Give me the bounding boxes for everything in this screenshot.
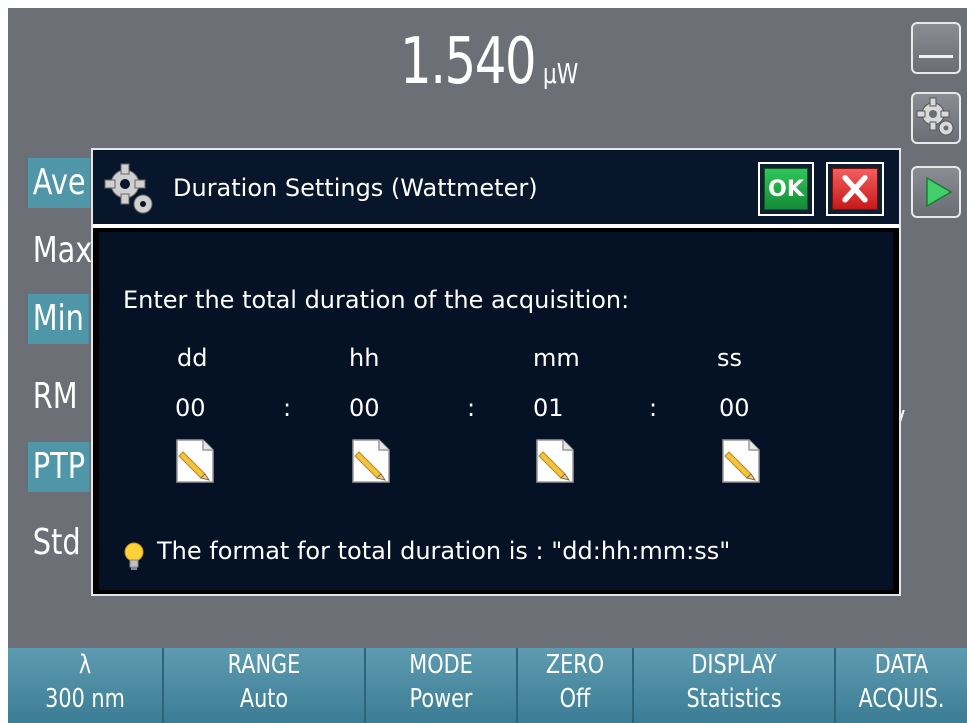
format-hint-text: The format for total duration is : "dd:h… bbox=[157, 537, 731, 565]
edit-minutes-icon[interactable] bbox=[535, 438, 575, 484]
field-head-minutes: mm bbox=[533, 344, 580, 372]
zero-label: ZERO bbox=[545, 650, 605, 680]
stat-label-ptp: PTP bbox=[28, 442, 90, 492]
play-icon bbox=[926, 176, 953, 208]
wavelength-button[interactable]: λ 300 nm bbox=[8, 648, 164, 723]
data-acquisition-button[interactable]: DATA ACQUIS. bbox=[836, 648, 967, 723]
stat-label-min: Min bbox=[28, 294, 89, 344]
separator-colon: : bbox=[283, 394, 292, 422]
mode-label: MODE bbox=[409, 650, 473, 680]
reading-value: 1.540 bbox=[400, 25, 537, 99]
stat-label-average: Ave bbox=[28, 158, 91, 208]
dialog-title: Duration Settings (Wattmeter) bbox=[173, 174, 538, 202]
range-button[interactable]: RANGE Auto bbox=[164, 648, 366, 723]
close-icon bbox=[832, 168, 878, 210]
field-value-minutes: 01 bbox=[533, 394, 564, 422]
duration-prompt: Enter the total duration of the acquisit… bbox=[123, 286, 630, 314]
close-button[interactable] bbox=[826, 162, 884, 216]
display-value: Statistics bbox=[686, 684, 782, 714]
field-value-seconds: 00 bbox=[719, 394, 750, 422]
field-value-hours: 00 bbox=[349, 394, 380, 422]
separator-colon: : bbox=[649, 394, 658, 422]
field-head-days: dd bbox=[177, 344, 208, 372]
stat-label-rms: RM bbox=[32, 376, 78, 417]
power-reading: 1.540 µW bbox=[400, 30, 578, 94]
zero-value: Off bbox=[559, 684, 591, 714]
duration-settings-dialog: Duration Settings (Wattmeter) OK Enter t… bbox=[91, 148, 901, 596]
edit-hours-icon[interactable] bbox=[351, 438, 391, 484]
field-value-days: 00 bbox=[175, 394, 206, 422]
edit-seconds-icon[interactable] bbox=[721, 438, 761, 484]
display-label: DISPLAY bbox=[691, 650, 777, 680]
wavelength-symbol: λ bbox=[78, 650, 92, 680]
data-acquisition-label: DATA bbox=[874, 650, 929, 680]
settings-button[interactable] bbox=[911, 92, 961, 144]
field-head-seconds: ss bbox=[717, 344, 743, 372]
minimize-icon bbox=[919, 55, 953, 58]
edit-days-icon[interactable] bbox=[175, 438, 215, 484]
instrument-screen: 1.540µW Ave Max Min RM PTP Std / bbox=[8, 8, 967, 723]
ok-button-label: OK bbox=[764, 168, 808, 210]
lightbulb-icon bbox=[124, 542, 144, 570]
gear-icon bbox=[916, 97, 954, 136]
stat-label-std: Std bbox=[32, 522, 81, 563]
start-button[interactable] bbox=[911, 166, 961, 218]
settings-gear-icon bbox=[104, 163, 153, 214]
separator-colon: : bbox=[467, 394, 476, 422]
reading-unit: µW bbox=[542, 57, 579, 90]
zero-button[interactable]: ZERO Off bbox=[518, 648, 634, 723]
ok-button[interactable]: OK bbox=[758, 162, 814, 216]
mode-value: Power bbox=[409, 684, 473, 714]
function-bar: λ 300 nm RANGE Auto MODE Power ZERO Off … bbox=[8, 648, 967, 723]
range-label: RANGE bbox=[227, 650, 301, 680]
stat-label-max: Max bbox=[32, 230, 93, 271]
minimize-button[interactable] bbox=[911, 22, 961, 74]
display-button[interactable]: DISPLAY Statistics bbox=[634, 648, 836, 723]
data-acquisition-value: ACQUIS. bbox=[858, 684, 945, 714]
field-head-hours: hh bbox=[349, 344, 380, 372]
dialog-title-bar: Duration Settings (Wattmeter) OK bbox=[93, 150, 899, 228]
range-value: Auto bbox=[239, 684, 289, 714]
dialog-body: Enter the total duration of the acquisit… bbox=[99, 232, 893, 590]
mode-button[interactable]: MODE Power bbox=[366, 648, 518, 723]
wavelength-value: 300 nm bbox=[45, 684, 125, 714]
